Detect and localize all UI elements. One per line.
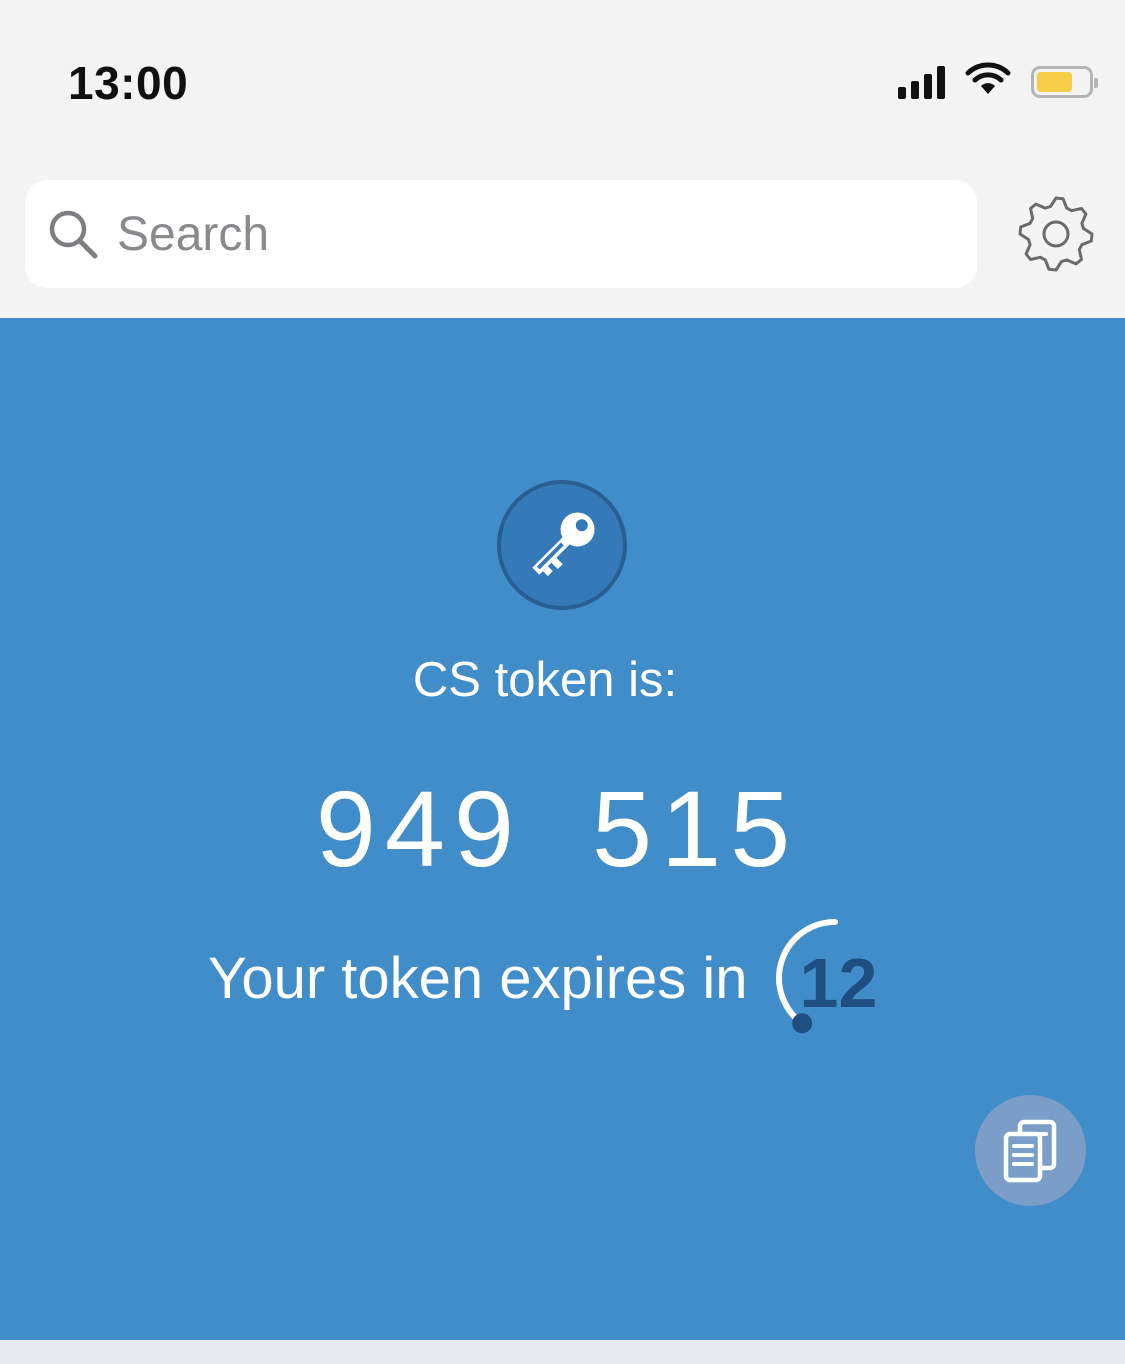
expires-label: Your token expires in: [208, 945, 748, 1011]
countdown-timer: 12: [770, 913, 900, 1043]
search-input[interactable]: [117, 206, 937, 262]
gear-icon: [1018, 196, 1094, 272]
expires-row: Your token expires in 12: [208, 908, 900, 1048]
token-panel: CS token is: 949 515 Your token expires …: [0, 318, 1125, 1340]
bottom-divider: [0, 1340, 1125, 1364]
token-label: CS token is:: [412, 653, 678, 707]
cellular-signal-icon: [898, 65, 945, 99]
copy-icon: [1003, 1119, 1056, 1182]
status-bar: 13:00: [0, 0, 1125, 150]
search-icon: [45, 206, 101, 262]
key-badge: [497, 480, 627, 610]
countdown-seconds: 12: [799, 944, 878, 1022]
wifi-icon: [965, 62, 1011, 101]
settings-button[interactable]: [1012, 190, 1100, 278]
search-bar[interactable]: [25, 180, 977, 288]
app-header: [0, 150, 1125, 318]
battery-icon: [1031, 65, 1098, 98]
status-icons: [898, 62, 1098, 101]
battery-level: [1037, 71, 1072, 92]
key-icon: [532, 512, 595, 577]
copy-button[interactable]: [975, 1095, 1086, 1206]
token-code: 949 515: [315, 768, 800, 889]
status-time: 13:00: [68, 57, 189, 109]
